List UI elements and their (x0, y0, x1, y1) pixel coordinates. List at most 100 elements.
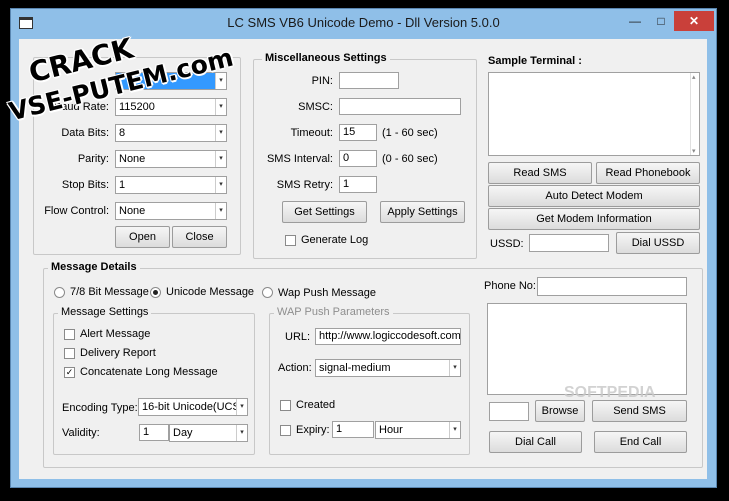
expiry-input[interactable]: 1 (332, 421, 374, 438)
smsc-input[interactable] (339, 98, 461, 115)
chevron-down-icon: ▾ (236, 399, 247, 415)
read-sms-button[interactable]: Read SMS (488, 162, 592, 184)
flow-control-select[interactable]: None ▾ (115, 202, 227, 220)
validity-unit-value: Day (173, 427, 193, 439)
misc-settings-title: Miscellaneous Settings (262, 52, 390, 64)
open-port-button[interactable]: Open (115, 226, 170, 248)
sms-interval-label: SMS Interval: (266, 153, 333, 165)
encoding-type-select[interactable]: 16-bit Unicode(UCS2) ▾ (138, 398, 248, 416)
generate-log-checkbox[interactable] (285, 235, 296, 246)
radio-wap[interactable] (262, 287, 273, 298)
chevron-down-icon: ▾ (215, 203, 226, 219)
get-settings-button[interactable]: Get Settings (282, 201, 367, 223)
action-label: Action: (278, 362, 312, 374)
validity-label: Validity: (62, 427, 100, 439)
radio-78bit-label: 7/8 Bit Message (70, 286, 149, 298)
chevron-down-icon: ▾ (215, 177, 226, 193)
close-window-button[interactable]: ✕ (674, 11, 714, 31)
encoding-type-label: Encoding Type: (62, 402, 138, 414)
chevron-down-icon: ▾ (215, 99, 226, 115)
alert-message-label: Alert Message (80, 328, 151, 340)
validity-input[interactable]: 1 (139, 424, 169, 441)
maximize-button[interactable]: □ (648, 11, 674, 31)
url-label: URL: (285, 331, 311, 343)
apply-settings-button[interactable]: Apply Settings (380, 201, 465, 223)
auto-detect-modem-button[interactable]: Auto Detect Modem (488, 185, 700, 207)
terminal-scrollbar[interactable] (690, 73, 699, 155)
dial-call-button[interactable]: Dial Call (489, 431, 582, 453)
data-bits-select[interactable]: 8 ▾ (115, 124, 227, 142)
flow-control-label: Flow Control: (44, 205, 109, 217)
chevron-down-icon: ▾ (215, 125, 226, 141)
radio-wap-label: Wap Push Message (278, 287, 377, 299)
radio-unicode[interactable] (150, 287, 161, 298)
sms-retry-label: SMS Retry: (276, 179, 333, 191)
chevron-down-icon: ▾ (215, 151, 226, 167)
expiry-unit-value: Hour (379, 424, 403, 436)
expiry-label: Expiry: (296, 424, 330, 436)
data-bits-value: 8 (119, 127, 126, 139)
browse-button[interactable]: Browse (535, 400, 585, 422)
title-bar: LC SMS VB6 Unicode Demo - Dll Version 5.… (11, 9, 716, 37)
created-checkbox[interactable] (280, 400, 291, 411)
baud-rate-select[interactable]: 115200 ▾ (115, 98, 227, 116)
attachment-path-input[interactable] (489, 402, 529, 421)
concatenate-checkbox[interactable]: ✓ (64, 367, 75, 378)
expiry-checkbox[interactable] (280, 425, 291, 436)
send-sms-button[interactable]: Send SMS (592, 400, 687, 422)
dial-ussd-button[interactable]: Dial USSD (616, 232, 700, 254)
message-details-title: Message Details (48, 261, 140, 273)
delivery-report-checkbox[interactable] (64, 348, 75, 359)
stop-bits-select[interactable]: 1 ▾ (115, 176, 227, 194)
timeout-input[interactable]: 15 (339, 124, 377, 141)
chevron-down-icon: ▾ (449, 360, 460, 376)
action-select[interactable]: signal-medium ▾ (315, 359, 461, 377)
end-call-button[interactable]: End Call (594, 431, 687, 453)
minimize-button[interactable]: — (622, 11, 648, 31)
created-label: Created (296, 399, 336, 411)
phone-no-input[interactable] (537, 277, 687, 296)
url-input[interactable]: http://www.logiccodesoft.com (315, 328, 461, 345)
data-bits-label: Data Bits: (61, 127, 109, 139)
encoding-type-value: 16-bit Unicode(UCS2) (142, 401, 248, 413)
flow-control-value: None (119, 205, 146, 217)
sms-interval-input[interactable]: 0 (339, 150, 377, 167)
parity-value: None (119, 153, 146, 165)
radio-78bit[interactable] (54, 287, 65, 298)
sample-terminal-title: Sample Terminal : (488, 55, 582, 67)
alert-message-checkbox[interactable] (64, 329, 75, 340)
timeout-label: Timeout: (290, 127, 333, 139)
parity-select[interactable]: None ▾ (115, 150, 227, 168)
window-title: LC SMS VB6 Unicode Demo - Dll Version 5.… (227, 15, 500, 30)
pin-label: PIN: (311, 75, 333, 87)
generate-log-label: Generate Log (301, 234, 369, 246)
read-phonebook-button[interactable]: Read Phonebook (596, 162, 700, 184)
sms-retry-input[interactable]: 1 (339, 176, 377, 193)
client-area: ▾ Baud Rate: 115200 ▾ Data Bits: 8 ▾ Parit… (19, 39, 707, 479)
softpedia-watermark: SOFTPEDIA (564, 384, 656, 401)
phone-no-label: Phone No: (484, 280, 536, 292)
expiry-unit-select[interactable]: Hour ▾ (375, 421, 461, 439)
radio-unicode-label: Unicode Message (166, 286, 255, 298)
sms-interval-hint: (0 - 60 sec) (382, 153, 438, 165)
message-body-textarea[interactable] (487, 303, 687, 395)
chevron-down-icon: ▾ (236, 425, 247, 441)
stop-bits-label: Stop Bits: (61, 179, 109, 191)
ussd-label: USSD: (490, 238, 524, 250)
timeout-hint: (1 - 60 sec) (382, 127, 438, 139)
delivery-report-label: Delivery Report (80, 347, 156, 359)
parity-label: Parity: (77, 153, 109, 165)
concatenate-label: Concatenate Long Message (80, 366, 218, 378)
get-modem-info-button[interactable]: Get Modem Information (488, 208, 700, 230)
terminal-output[interactable] (488, 72, 700, 156)
ussd-input[interactable] (529, 234, 609, 252)
action-value: signal-medium (319, 362, 391, 374)
smsc-label: SMSC: (298, 101, 333, 113)
message-settings-title: Message Settings (58, 306, 152, 318)
close-port-button[interactable]: Close (172, 226, 227, 248)
pin-input[interactable] (339, 72, 399, 89)
wap-push-title: WAP Push Parameters (274, 306, 393, 318)
validity-unit-select[interactable]: Day ▾ (169, 424, 248, 442)
baud-rate-value: 115200 (119, 101, 155, 113)
stop-bits-value: 1 (119, 179, 126, 191)
